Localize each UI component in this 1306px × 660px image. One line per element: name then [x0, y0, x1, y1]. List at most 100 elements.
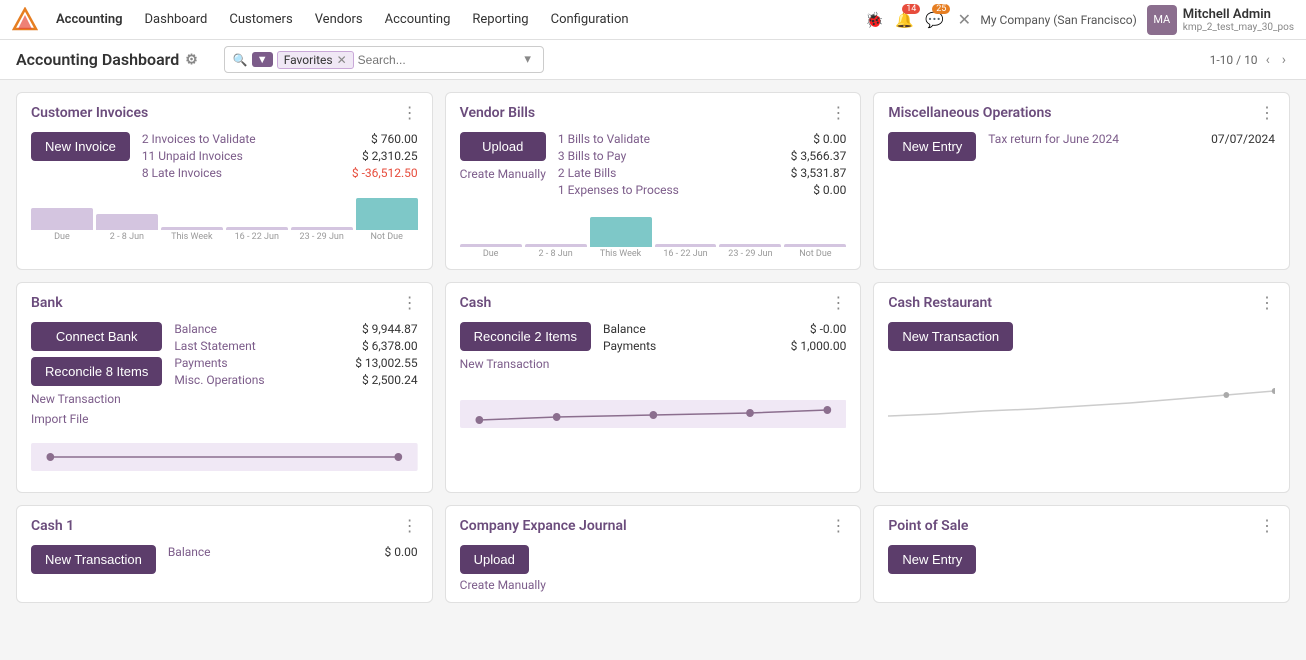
- chart-bar-23-29: [291, 227, 353, 230]
- favorites-tag[interactable]: Favorites ✕: [277, 51, 354, 69]
- chart-label-notdue: Not Due: [356, 232, 418, 242]
- cash-restaurant-menu[interactable]: ⋮: [1259, 293, 1275, 312]
- chart-bar-due: [31, 208, 93, 230]
- search-input[interactable]: [358, 53, 517, 67]
- vendor-bills-title[interactable]: Vendor Bills: [460, 105, 535, 121]
- cash-title[interactable]: Cash: [460, 295, 492, 311]
- bank-import-file-link[interactable]: Import File: [31, 412, 162, 426]
- vb-chart-bar-notdue: [784, 244, 846, 247]
- bank-last-statement-label[interactable]: Last Statement: [174, 339, 255, 353]
- vendor-upload-button[interactable]: Upload: [460, 132, 546, 161]
- search-bar: 🔍 ▼ Favorites ✕ ▾: [224, 46, 544, 73]
- bills-to-pay-link[interactable]: 3 Bills to Pay: [558, 149, 626, 163]
- vendor-bills-chart: Due 2 - 8 Jun This Week 16 - 22 Jun 23 -…: [460, 207, 847, 259]
- bell-icon-btn[interactable]: 🔔 14: [890, 6, 918, 34]
- company-expance-title[interactable]: Company Expance Journal: [460, 518, 627, 534]
- misc-operations-menu[interactable]: ⋮: [1259, 103, 1275, 122]
- vb-label-16-22: 16 - 22 Jun: [655, 249, 717, 259]
- bank-misc-label[interactable]: Misc. Operations: [174, 373, 264, 387]
- message-icon-btn[interactable]: 💬 25: [920, 6, 948, 34]
- bank-balance-amount: $ 9,944.87: [362, 322, 418, 336]
- user-info[interactable]: MA Mitchell Admin kmp_2_test_may_30_pos: [1147, 5, 1294, 35]
- settings-gear-icon[interactable]: ⚙: [185, 52, 198, 68]
- nav-item-configuration[interactable]: Configuration: [541, 6, 639, 33]
- company-label[interactable]: My Company (San Francisco): [980, 13, 1136, 27]
- cash1-title[interactable]: Cash 1: [31, 518, 74, 534]
- vb-chart-bar-2-8jun: [525, 244, 587, 247]
- cash1-new-transaction-button[interactable]: New Transaction: [31, 545, 156, 574]
- bank-balance-label[interactable]: Balance: [174, 322, 217, 336]
- bank-menu[interactable]: ⋮: [402, 293, 418, 312]
- search-dropdown-icon[interactable]: ▾: [520, 50, 535, 69]
- cash-restaurant-title[interactable]: Cash Restaurant: [888, 295, 992, 311]
- bank-chart: [31, 438, 418, 482]
- nav-item-accounting2[interactable]: Accounting: [375, 6, 461, 33]
- app-logo[interactable]: [12, 7, 38, 33]
- pagination-next[interactable]: ›: [1278, 50, 1290, 70]
- cash-restaurant-new-transaction-button[interactable]: New Transaction: [888, 322, 1013, 351]
- customer-invoices-title[interactable]: Customer Invoices: [31, 105, 148, 121]
- cards-grid: Customer Invoices ⋮ New Invoice 2 Invoic…: [16, 92, 1290, 603]
- company-expance-card: Company Expance Journal ⋮ Upload Create …: [445, 505, 862, 603]
- vb-label-notdue: Not Due: [784, 249, 846, 259]
- vb-chart-bar-due: [460, 244, 522, 247]
- favorites-tag-close[interactable]: ✕: [337, 53, 347, 67]
- invoices-late-link[interactable]: 8 Late Invoices: [142, 166, 222, 180]
- nav-item-vendors[interactable]: Vendors: [305, 6, 373, 33]
- late-bills-link[interactable]: 2 Late Bills: [558, 166, 616, 180]
- top-nav: Accounting Dashboard Customers Vendors A…: [0, 0, 1306, 40]
- chart-bar-2-8jun: [96, 214, 158, 230]
- bank-sparkline-svg: [31, 438, 418, 478]
- pagination-prev[interactable]: ‹: [1262, 50, 1274, 70]
- cash-restaurant-card: Cash Restaurant ⋮ New Transaction: [873, 282, 1290, 493]
- misc-new-entry-button[interactable]: New Entry: [888, 132, 976, 161]
- misc-operations-title[interactable]: Miscellaneous Operations: [888, 105, 1051, 121]
- cash-chart: [460, 395, 847, 439]
- chart-label-due: Due: [31, 232, 93, 242]
- company-expance-upload-button[interactable]: Upload: [460, 545, 529, 574]
- bank-payments-label[interactable]: Payments: [174, 356, 227, 370]
- customer-invoices-menu[interactable]: ⋮: [402, 103, 418, 122]
- cash1-menu[interactable]: ⋮: [402, 516, 418, 535]
- bank-card: Bank ⋮ Connect Bank Reconcile 8 Items Ne…: [16, 282, 433, 493]
- chart-label-thisweek: This Week: [161, 232, 223, 242]
- nav-item-accounting[interactable]: Accounting: [46, 6, 133, 33]
- tax-return-link[interactable]: Tax return for June 2024: [988, 132, 1119, 146]
- close-icon-btn[interactable]: ✕: [950, 6, 978, 34]
- connect-bank-button[interactable]: Connect Bank: [31, 322, 162, 351]
- point-of-sale-menu[interactable]: ⋮: [1259, 516, 1275, 535]
- bug-icon-btn[interactable]: 🐞: [860, 6, 888, 34]
- cash-balance-amount: $ -0.00: [810, 322, 846, 336]
- customer-invoices-chart: Due 2 - 8 Jun This Week 16 - 22 Jun 23 -…: [31, 190, 418, 242]
- invoices-unpaid-link[interactable]: 11 Unpaid Invoices: [142, 149, 243, 163]
- bank-title[interactable]: Bank: [31, 295, 63, 311]
- company-expance-menu[interactable]: ⋮: [830, 516, 846, 535]
- point-of-sale-new-entry-button[interactable]: New Entry: [888, 545, 976, 574]
- cash-menu[interactable]: ⋮: [830, 293, 846, 312]
- nav-item-customers[interactable]: Customers: [219, 6, 302, 33]
- bell-badge: 14: [902, 4, 920, 14]
- nav-item-dashboard[interactable]: Dashboard: [135, 6, 218, 33]
- expenses-link[interactable]: 1 Expenses to Process: [558, 183, 679, 197]
- invoices-validate-link[interactable]: 2 Invoices to Validate: [142, 132, 256, 146]
- cash-restaurant-sparkline-svg: [888, 381, 1275, 421]
- bills-validate-link[interactable]: 1 Bills to Validate: [558, 132, 650, 146]
- create-manually-link[interactable]: Create Manually: [460, 165, 546, 183]
- cash1-balance-label[interactable]: Balance: [168, 545, 211, 559]
- misc-operations-card: Miscellaneous Operations ⋮ New Entry Tax…: [873, 92, 1290, 270]
- reconcile-8-items-button[interactable]: Reconcile 8 Items: [31, 357, 162, 386]
- company-expance-create-manually-link[interactable]: Create Manually: [460, 578, 847, 592]
- cash-new-transaction-link[interactable]: New Transaction: [460, 357, 591, 371]
- bank-new-transaction-link[interactable]: New Transaction: [31, 392, 162, 406]
- customer-invoices-card: Customer Invoices ⋮ New Invoice 2 Invoic…: [16, 92, 433, 270]
- reconcile-2-items-button[interactable]: Reconcile 2 Items: [460, 322, 591, 351]
- nav-item-reporting[interactable]: Reporting: [462, 6, 538, 33]
- new-invoice-button[interactable]: New Invoice: [31, 132, 130, 161]
- user-details: Mitchell Admin kmp_2_test_may_30_pos: [1183, 7, 1294, 33]
- filter-icon-btn[interactable]: ▼: [252, 52, 273, 67]
- bills-validate-amount: $ 0.00: [813, 132, 846, 146]
- vendor-bills-menu[interactable]: ⋮: [830, 103, 846, 122]
- point-of-sale-title[interactable]: Point of Sale: [888, 518, 968, 534]
- invoices-late-amount: $ -36,512.50: [352, 166, 418, 180]
- vb-chart-bar-16-22: [655, 244, 717, 247]
